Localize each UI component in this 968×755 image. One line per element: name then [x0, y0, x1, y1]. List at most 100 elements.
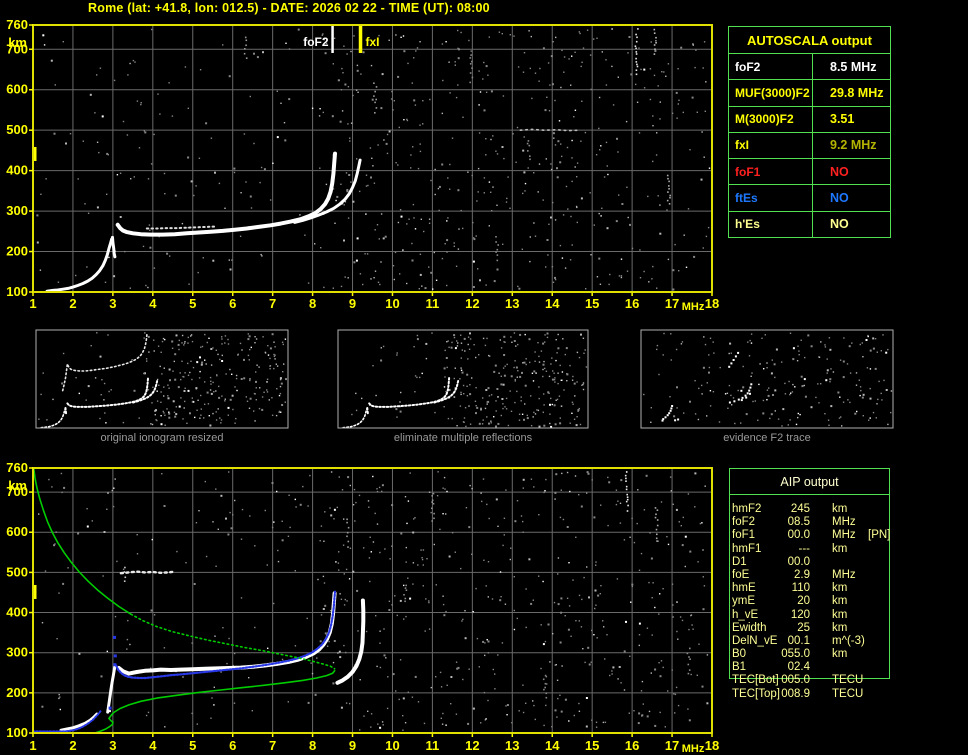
- aip-row: hmE 110 km: [729, 582, 907, 595]
- aip-field-extra: [868, 622, 907, 635]
- x-tick-label: 9: [349, 296, 356, 311]
- aip-field-value: 055.0: [781, 648, 810, 661]
- x-tick-label: 14: [545, 738, 560, 753]
- panel-caption-eliminate: eliminate multiple reflections: [393, 432, 533, 444]
- aip-field-name: D1: [732, 555, 747, 568]
- x-tick-label: 5: [189, 296, 196, 311]
- aip-field-unit: km: [832, 648, 848, 661]
- aip-field-value: 2.9: [794, 568, 810, 581]
- aip-row: hmF1 --- km: [729, 543, 907, 556]
- aip-field-name: Ewidth: [732, 621, 767, 634]
- aip-field-unit: km: [832, 595, 848, 608]
- aip-column-gap: [810, 543, 832, 556]
- y-tick-label: 760: [6, 17, 28, 32]
- aip-field-value: 120: [790, 608, 810, 621]
- panel-caption-original: original ionogram resized: [100, 432, 224, 444]
- aip-field-value: 20: [797, 595, 810, 608]
- autoscala-param-value: 3.51: [830, 112, 855, 127]
- aip-field-name: ymE: [732, 595, 755, 608]
- aip-row: B1 02.4: [729, 661, 907, 674]
- autoscala-output-table: AUTOSCALA output foF2 8.5 MHz MUF(3000)F…: [728, 26, 891, 238]
- aip-field-value: 245: [790, 503, 810, 515]
- aip-row: B0 055.0 km: [729, 648, 907, 661]
- y-tick-label: 100: [6, 725, 28, 740]
- aip-field-unit: TECU: [832, 674, 864, 687]
- x-tick-label: 14: [545, 296, 560, 311]
- aip-field-unit: [832, 556, 868, 569]
- autoscala-screen: foF2 fxI 1 2 3 4 5 6 7 8 9 10 11 12 13 14 15 16 17 18 MHz 760…: [0, 0, 968, 755]
- autoscala-table-title: AUTOSCALA output: [729, 27, 890, 54]
- autoscala-param-label: ftEs: [729, 185, 813, 211]
- y-tick-label: 100: [6, 284, 28, 299]
- autoscala-row-foF1: foF1 NO: [729, 159, 890, 186]
- aip-field-extra: [868, 569, 907, 582]
- foF2-marker: foF2: [303, 25, 334, 53]
- aip-field-name: hmE: [732, 582, 756, 595]
- y-tick-label: 600: [6, 524, 28, 539]
- x-tick-label: 17: [665, 296, 679, 311]
- y-axis-unit: km: [8, 478, 27, 493]
- autoscala-row-ftEs: ftEs NO: [729, 185, 890, 212]
- x-tick-label: 7: [269, 738, 276, 753]
- autoscala-param-label: M(3000)F2: [729, 106, 813, 132]
- aip-column-gap: [810, 582, 832, 595]
- aip-field-value: 08.5: [787, 516, 810, 529]
- aip-field-name: hmF1: [732, 542, 762, 555]
- x-tick-label: 15: [585, 296, 599, 311]
- y-tick-label: 400: [6, 163, 28, 178]
- aip-field-extra: [868, 556, 907, 569]
- aip-column-gap: [810, 503, 832, 516]
- aip-field-unit: MHz: [832, 516, 856, 529]
- fxI-label: fxI: [366, 35, 380, 49]
- y-tick-label: 600: [6, 82, 28, 97]
- aip-field-value: ---: [798, 542, 811, 555]
- y-tick-label: 300: [6, 203, 28, 218]
- autoscala-param-value: NO: [830, 217, 849, 232]
- y-tick-label: 200: [6, 685, 28, 700]
- panel-caption-evidence: evidence F2 trace: [723, 432, 811, 444]
- aip-field-value: 008.9: [781, 687, 810, 700]
- aip-field-extra: [PN]: [868, 529, 891, 542]
- x-axis-unit: MHz: [682, 301, 705, 313]
- x-tick-label: 18: [705, 296, 719, 311]
- x-tick-label: 18: [705, 738, 719, 753]
- aip-output-rows: hmF2 245 km foF2 08.5 MHz foF1 00.0 MHz [PN] hmF1 -…: [729, 503, 907, 701]
- aip-column-gap: [810, 688, 832, 701]
- aip-row: DelN_vE 00.1 m^(-3): [729, 635, 907, 648]
- y-tick-label: 500: [6, 122, 28, 137]
- y-tick-label: 760: [6, 460, 28, 475]
- aip-field-name: hmF2: [732, 503, 762, 515]
- panel-eliminate-reflections: [337, 329, 589, 429]
- top-ionogram-plot: foF2 fxI1 2 3 4 5 6 7 8 9 10 11 12 13 14 15 16 17 18MHz760…: [6, 17, 719, 313]
- aip-row: foE 2.9 MHz: [729, 569, 907, 582]
- aip-field-unit: km: [832, 542, 848, 555]
- aip-row: foF1 00.0 MHz [PN]: [729, 529, 907, 542]
- autoscala-param-value: 8.5 MHz: [830, 59, 877, 74]
- aip-column-gap: [810, 595, 832, 608]
- autoscala-row-hEs: h'Es NO: [729, 211, 890, 237]
- autoscala-param-label: fxI: [729, 132, 813, 159]
- aip-field-extra: [868, 688, 907, 701]
- x-tick-label: 1: [29, 296, 36, 311]
- x-tick-label: 7: [269, 296, 276, 311]
- x-tick-label: 11: [426, 738, 440, 753]
- aip-field-name: DelN_vE: [732, 634, 778, 647]
- aip-row: ymE 20 km: [729, 595, 907, 608]
- x-tick-label: 10: [385, 296, 399, 311]
- autoscala-param-value: NO: [830, 191, 849, 206]
- aip-field-value: 25: [797, 621, 810, 634]
- aip-field-extra: [868, 635, 907, 648]
- aip-field-name: foF1: [732, 529, 756, 542]
- y-tick-label: 400: [6, 605, 28, 620]
- aip-column-gap: [810, 569, 832, 582]
- panel-evidence-f2-trace: [640, 329, 894, 429]
- aip-row: foF2 08.5 MHz: [729, 516, 907, 529]
- x-tick-label: 13: [505, 296, 519, 311]
- panel-original-ionogram: [35, 329, 289, 429]
- page-title: Rome (lat: +41.8, lon: 012.5) - DATE: 20…: [88, 1, 490, 15]
- x-axis-unit: MHz: [682, 743, 705, 755]
- x-tick-label: 8: [309, 738, 316, 753]
- reconstructed-ionogram-plot: 1 2 3 4 5 6 7 8 9 10 11 12 13 14 15 16 17 18MHz7607006005…: [6, 460, 719, 755]
- aip-row: D1 00.0: [729, 556, 907, 569]
- autoscala-param-label: foF1: [729, 159, 813, 185]
